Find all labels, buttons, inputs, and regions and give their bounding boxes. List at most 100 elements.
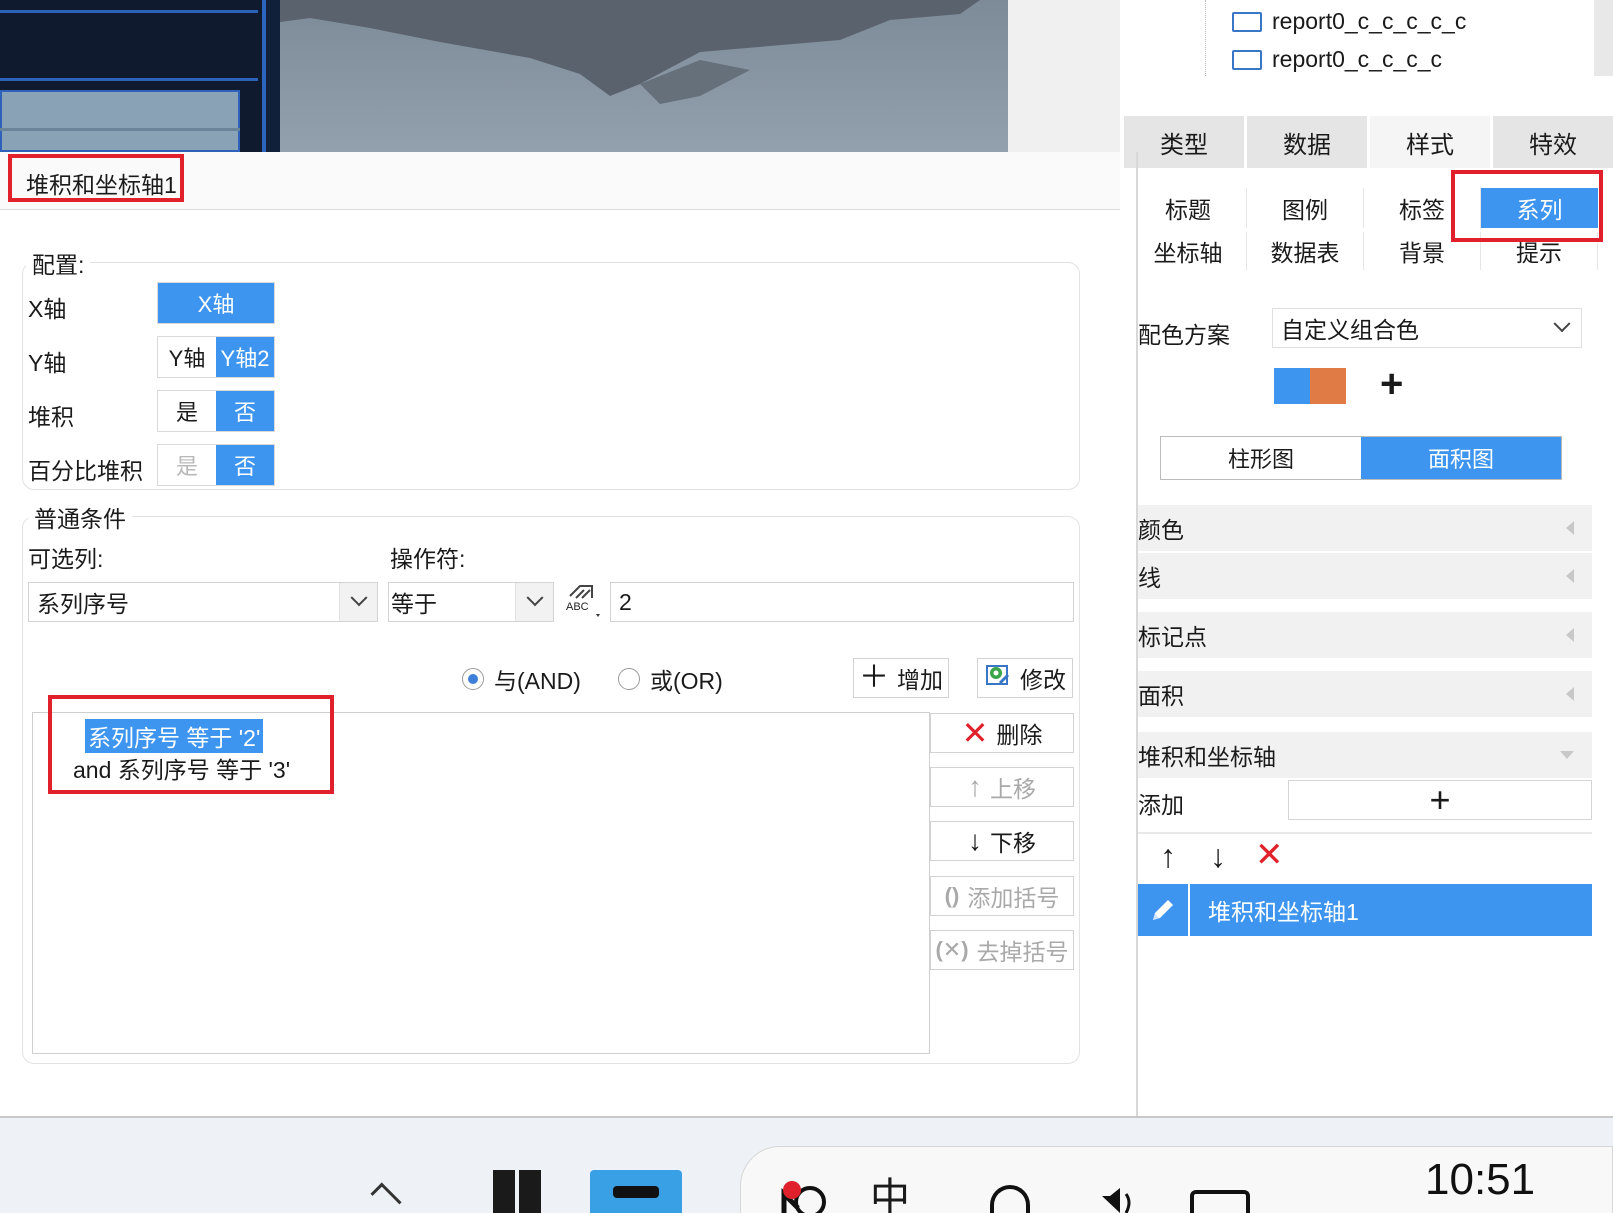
edit-gear-icon bbox=[984, 661, 1012, 695]
chart-type-area[interactable]: 面积图 bbox=[1361, 437, 1561, 479]
value-input-text[interactable]: 2 bbox=[611, 589, 1073, 616]
collapse-arrow-icon bbox=[1566, 628, 1574, 642]
map-image bbox=[280, 0, 1008, 152]
stack-list-item[interactable]: 堆积和坐标轴1 bbox=[1138, 884, 1592, 936]
tab-data[interactable]: 数据 bbox=[1247, 116, 1367, 168]
plus-icon: ＋ bbox=[859, 661, 889, 694]
highlight-box-series bbox=[1451, 170, 1603, 242]
percent-stack-option-no[interactable]: 否 bbox=[216, 445, 274, 485]
tab-style[interactable]: 样式 bbox=[1370, 116, 1490, 168]
chevron-down-icon[interactable] bbox=[339, 583, 377, 621]
x-axis-selector[interactable]: X轴 bbox=[157, 282, 275, 324]
panel-separator bbox=[1136, 152, 1138, 1116]
column-label: 可选列: bbox=[28, 546, 104, 572]
and-radio-option[interactable]: 与(AND) bbox=[462, 662, 581, 696]
move-up-icon[interactable]: ↑ bbox=[1160, 840, 1176, 872]
arrow-down-icon: ↓ bbox=[968, 825, 982, 856]
and-radio[interactable] bbox=[462, 668, 484, 690]
move-down-icon[interactable]: ↓ bbox=[1210, 840, 1226, 872]
tree-scrollbar[interactable] bbox=[1594, 0, 1613, 76]
app-tray-icon[interactable] bbox=[780, 1180, 830, 1213]
stack-selector[interactable]: 是 否 bbox=[157, 390, 275, 432]
add-label: 添加 bbox=[1138, 792, 1184, 818]
canvas-gap bbox=[1008, 0, 1120, 152]
battery-icon[interactable] bbox=[1190, 1190, 1250, 1213]
color-swatch-2[interactable] bbox=[1310, 368, 1346, 404]
color-scheme-value: 自定义组合色 bbox=[1281, 317, 1419, 343]
section-line[interactable]: 线 bbox=[1138, 553, 1592, 599]
add-stack-button[interactable]: + bbox=[1288, 780, 1592, 820]
column-select[interactable]: 系列序号 bbox=[28, 582, 378, 622]
tab-effects[interactable]: 特效 bbox=[1493, 116, 1613, 168]
subtab-axis[interactable]: 坐标轴 bbox=[1130, 232, 1247, 270]
config-legend: 配置: bbox=[26, 246, 91, 280]
move-down-button[interactable]: ↓ 下移 bbox=[930, 821, 1074, 861]
remove-paren-button[interactable]: (✕) 去掉括号 bbox=[930, 930, 1074, 970]
or-label: 或(OR) bbox=[650, 668, 723, 694]
move-up-button[interactable]: ↑ 上移 bbox=[930, 767, 1074, 807]
operator-select-value: 等于 bbox=[391, 591, 437, 617]
collapse-arrow-icon bbox=[1566, 687, 1574, 701]
arrow-up-icon: ↑ bbox=[968, 771, 982, 802]
or-radio-option[interactable]: 或(OR) bbox=[618, 662, 723, 696]
remove-parenthesis-icon: (✕) bbox=[935, 937, 969, 962]
highlight-box-conditions bbox=[48, 695, 334, 794]
canvas-divider bbox=[262, 0, 280, 152]
subtab-title[interactable]: 标题 bbox=[1130, 188, 1247, 228]
chart-type-selector[interactable]: 柱形图 面积图 bbox=[1160, 436, 1562, 480]
ime-indicator[interactable]: 中 bbox=[870, 1178, 910, 1213]
expand-arrow-icon bbox=[1560, 751, 1574, 759]
column-select-value: 系列序号 bbox=[37, 591, 129, 617]
y-axis-option-1[interactable]: Y轴 bbox=[158, 337, 216, 377]
abc-formula-icon[interactable]: ABC bbox=[562, 580, 604, 622]
tree-item-1[interactable]: report0_c_c_c_c_c bbox=[1232, 8, 1466, 35]
color-scheme-select[interactable]: 自定义组合色 bbox=[1272, 308, 1582, 348]
operator-select[interactable]: 等于 bbox=[388, 582, 554, 622]
section-marker[interactable]: 标记点 bbox=[1138, 612, 1592, 658]
y-axis-option-2[interactable]: Y轴2 bbox=[216, 337, 274, 377]
volume-icon[interactable] bbox=[1100, 1186, 1136, 1213]
add-paren-button[interactable]: () 添加括号 bbox=[930, 876, 1074, 916]
and-label: 与(AND) bbox=[494, 668, 581, 694]
section-color[interactable]: 颜色 bbox=[1138, 505, 1592, 551]
chart-type-bar[interactable]: 柱形图 bbox=[1161, 437, 1361, 479]
delete-icon[interactable]: ✕ bbox=[1255, 838, 1284, 872]
collapse-arrow-icon bbox=[1566, 569, 1574, 583]
modify-condition-button[interactable]: 修改 bbox=[977, 658, 1073, 698]
section-area[interactable]: 面积 bbox=[1138, 671, 1592, 717]
pinned-app-icon[interactable] bbox=[590, 1170, 682, 1213]
color-swatch-1[interactable] bbox=[1274, 368, 1310, 404]
pencil-icon[interactable] bbox=[1138, 884, 1190, 936]
tree-item-2[interactable]: report0_c_c_c_c bbox=[1232, 46, 1442, 73]
value-input[interactable]: 2 bbox=[610, 582, 1074, 622]
percent-stack-selector[interactable]: 是 否 bbox=[157, 444, 275, 486]
percent-stack-label: 百分比堆积 bbox=[28, 458, 143, 484]
x-axis-option[interactable]: X轴 bbox=[158, 283, 274, 323]
divider bbox=[1138, 832, 1592, 834]
tab-type[interactable]: 类型 bbox=[1124, 116, 1244, 168]
highlight-box-title bbox=[8, 154, 184, 202]
add-condition-button[interactable]: ＋ 增加 bbox=[853, 658, 949, 698]
report-block-icon bbox=[1232, 11, 1262, 32]
tree-guide-line bbox=[1205, 0, 1206, 76]
percent-stack-option-yes[interactable]: 是 bbox=[158, 445, 216, 485]
stack-option-no[interactable]: 否 bbox=[216, 391, 274, 431]
stack-option-yes[interactable]: 是 bbox=[158, 391, 216, 431]
operator-label: 操作符: bbox=[390, 546, 466, 572]
stack-label: 堆积 bbox=[28, 404, 74, 430]
chevron-down-icon[interactable] bbox=[1543, 309, 1581, 347]
add-color-icon[interactable]: + bbox=[1380, 364, 1403, 404]
start-icon[interactable] bbox=[493, 1170, 543, 1213]
delete-button[interactable]: ✕ 删除 bbox=[930, 713, 1074, 753]
collapse-arrow-icon bbox=[1566, 521, 1574, 535]
section-stack-axis[interactable]: 堆积和坐标轴 bbox=[1138, 732, 1592, 778]
chevron-down-icon[interactable] bbox=[515, 583, 553, 621]
y-axis-label: Y轴 bbox=[28, 350, 67, 376]
subtab-legend[interactable]: 图例 bbox=[1247, 188, 1364, 228]
subtab-datasheet[interactable]: 数据表 bbox=[1247, 232, 1364, 270]
delete-x-icon: ✕ bbox=[961, 715, 989, 751]
y-axis-selector[interactable]: Y轴 Y轴2 bbox=[157, 336, 275, 378]
or-radio[interactable] bbox=[618, 668, 640, 690]
main-tabs: 类型 数据 样式 特效 bbox=[1124, 116, 1613, 168]
clock-time[interactable]: 10:51 bbox=[1425, 1158, 1535, 1202]
